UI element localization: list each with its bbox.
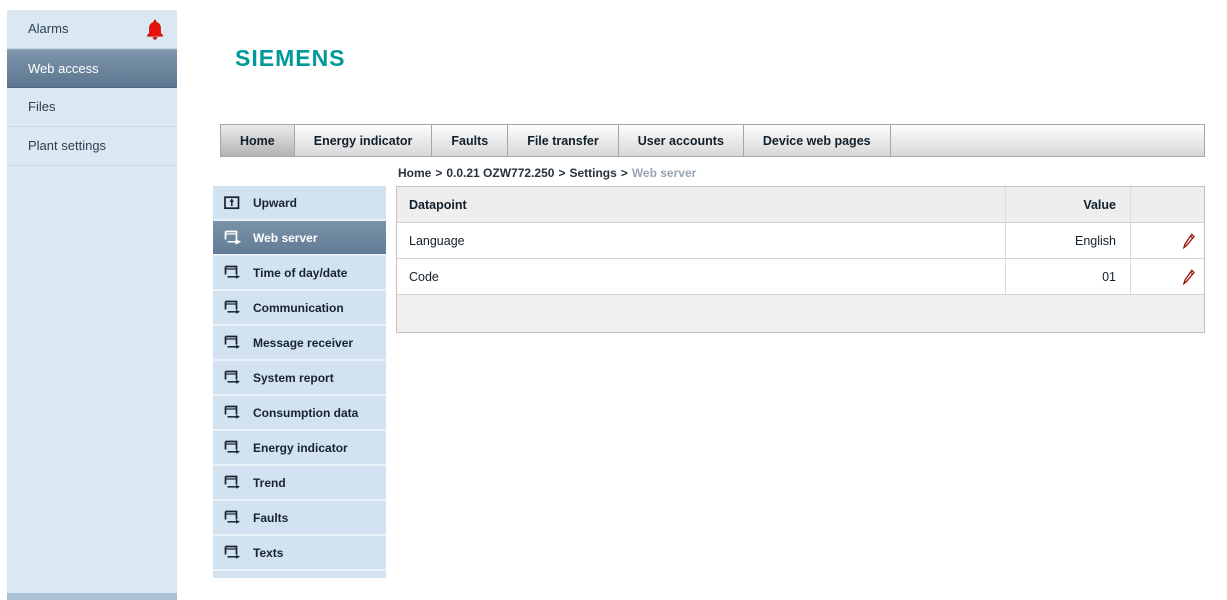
menu-item-label: Time of day/date xyxy=(253,265,348,280)
menu-item-label: Web server xyxy=(253,230,318,245)
sidebar-item-alarms[interactable]: Alarms xyxy=(7,10,177,49)
page-enter-icon xyxy=(223,265,241,280)
sidebar-item-plant-settings[interactable]: Plant settings xyxy=(7,127,177,166)
tab-label: Energy indicator xyxy=(313,133,413,148)
tab-home[interactable]: Home xyxy=(221,125,295,156)
table-row: Language English xyxy=(397,222,1204,258)
tab-faults[interactable]: Faults xyxy=(432,125,509,156)
page-enter-icon xyxy=(223,335,241,350)
datapoint-name: Language xyxy=(397,223,1006,258)
page-enter-icon xyxy=(223,300,241,315)
tab-label: Device web pages xyxy=(762,133,871,148)
menu-item-label: Faults xyxy=(253,510,289,525)
menu-item-label: Energy indicator xyxy=(253,440,348,455)
menu-item-label: Consumption data xyxy=(253,405,359,420)
menu-item-time-of-day-date[interactable]: Time of day/date xyxy=(213,256,386,291)
menu-item-message-receiver[interactable]: Message receiver xyxy=(213,326,386,361)
main-tabbar: Home Energy indicator Faults File transf… xyxy=(220,124,1205,157)
pencil-icon[interactable] xyxy=(1183,268,1195,285)
menu-item-upward[interactable]: Upward xyxy=(213,186,386,221)
column-header-edit xyxy=(1131,187,1204,222)
edit-cell xyxy=(1131,259,1204,294)
page-enter-icon xyxy=(223,230,241,245)
menu-item-label: Upward xyxy=(253,195,298,210)
datapoint-name: Code xyxy=(397,259,1006,294)
breadcrumb-home[interactable]: Home xyxy=(398,166,431,180)
tab-energy-indicator[interactable]: Energy indicator xyxy=(294,125,433,156)
tab-file-transfer[interactable]: File transfer xyxy=(508,125,619,156)
page-enter-icon xyxy=(223,510,241,525)
tab-user-accounts[interactable]: User accounts xyxy=(618,125,744,156)
menu-item-web-server[interactable]: Web server xyxy=(213,221,386,256)
tab-label: User accounts xyxy=(637,133,724,148)
menu-item-label: Message receiver xyxy=(253,335,354,350)
tabbar-filler xyxy=(890,125,1204,156)
breadcrumb: Home >0.0.21 OZW772.250 > Settings > Web serv… xyxy=(398,166,696,180)
sidebar-item-label: Plant settings xyxy=(28,138,107,153)
datapoint-table: Datapoint Value Language English Code 01 xyxy=(396,186,1205,333)
table-footer-row xyxy=(397,294,1204,332)
page-enter-icon xyxy=(223,370,241,385)
column-header-datapoint: Datapoint xyxy=(397,187,1006,222)
page-enter-icon xyxy=(223,475,241,490)
table-header-row: Datapoint Value xyxy=(397,187,1204,222)
breadcrumb-device[interactable]: 0.0.21 OZW772.250 xyxy=(446,166,554,180)
upward-icon xyxy=(223,195,241,210)
menu-item-trend[interactable]: Trend xyxy=(213,466,386,501)
page-enter-icon xyxy=(223,440,241,455)
menu-item-texts[interactable]: Texts xyxy=(213,536,386,571)
breadcrumb-separator: > xyxy=(435,166,443,180)
tab-device-web-pages[interactable]: Device web pages xyxy=(743,125,891,156)
breadcrumb-separator: > xyxy=(558,166,566,180)
app-sidebar: Alarms Web access Files Plant settings xyxy=(7,10,177,600)
datapoint-value: English xyxy=(1006,223,1131,258)
settings-menu: Upward Web server Time of day/date Commu… xyxy=(213,186,386,578)
menu-item-label: Communication xyxy=(253,300,344,315)
menu-item-communication[interactable]: Communication xyxy=(213,291,386,326)
tab-label: Home xyxy=(240,133,275,148)
sidebar-item-label: Files xyxy=(28,99,56,114)
menu-item-energy-indicator[interactable]: Energy indicator xyxy=(213,431,386,466)
pencil-icon[interactable] xyxy=(1183,232,1195,249)
menu-item-label: System report xyxy=(253,370,334,385)
sidebar-item-files[interactable]: Files xyxy=(7,88,177,127)
page-enter-icon xyxy=(223,545,241,560)
breadcrumb-current-page: Web server xyxy=(631,166,697,180)
sidebar-item-web-access[interactable]: Web access xyxy=(7,49,177,88)
menu-item-system-report[interactable]: System report xyxy=(213,361,386,396)
page-enter-icon xyxy=(223,405,241,420)
menu-item-label: Texts xyxy=(253,545,284,560)
sidebar-item-label: Alarms xyxy=(28,21,69,36)
menu-item-consumption-data[interactable]: Consumption data xyxy=(213,396,386,431)
menu-item-label: Trend xyxy=(253,475,286,490)
menu-item-partial xyxy=(213,571,386,578)
breadcrumb-settings[interactable]: Settings xyxy=(569,166,616,180)
tab-label: Faults xyxy=(451,133,489,148)
sidebar-bottom-edge xyxy=(7,593,177,600)
tab-label: File transfer xyxy=(527,133,599,148)
datapoint-value: 01 xyxy=(1006,259,1131,294)
menu-item-faults[interactable]: Faults xyxy=(213,501,386,536)
edit-cell xyxy=(1131,223,1204,258)
breadcrumb-separator: > xyxy=(620,166,628,180)
table-row: Code 01 xyxy=(397,258,1204,294)
siemens-logo: SIEMENS xyxy=(235,45,346,71)
column-header-value: Value xyxy=(1006,187,1131,222)
sidebar-item-label: Web access xyxy=(28,61,99,76)
